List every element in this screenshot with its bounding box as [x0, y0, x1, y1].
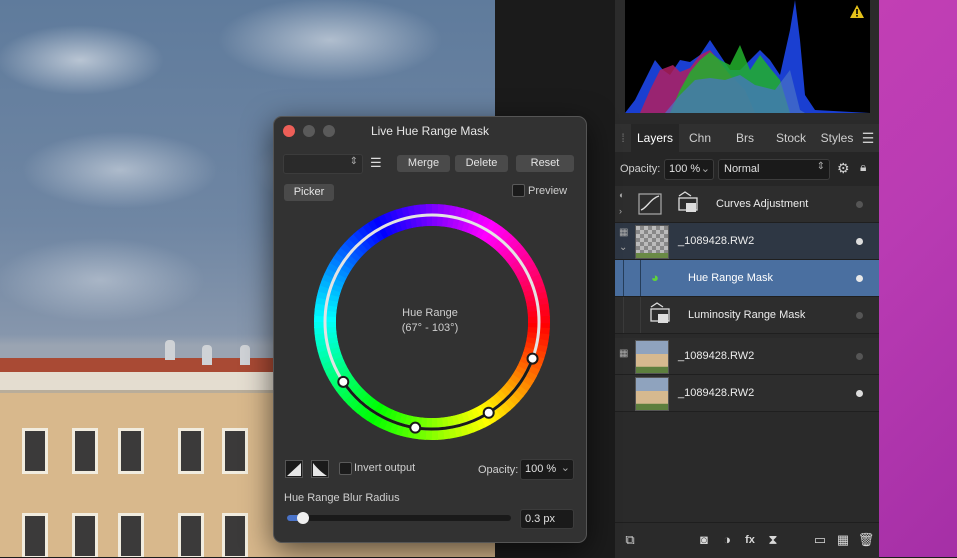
hue-range-handle[interactable] [409, 421, 422, 434]
adjustment-mask-icon [678, 191, 698, 212]
layer-thumbnail [635, 340, 669, 374]
layer-visibility-dot[interactable] [856, 390, 863, 397]
gear-icon[interactable]: ⚙ [837, 160, 850, 177]
adjustment-icon[interactable]: ◑ [718, 531, 736, 549]
luminosity-mask-icon [650, 302, 670, 323]
falloff-curve-icon[interactable] [311, 460, 329, 478]
blur-radius-label: Hue Range Blur Radius [284, 492, 400, 504]
dialog-title: Live Hue Range Mask [370, 124, 490, 138]
preview-label: Preview [528, 185, 568, 197]
layer-row-raw-3[interactable]: _1089428.RW2 [615, 375, 879, 412]
invert-output-checkbox[interactable] [339, 462, 352, 475]
panel-tab-bar: ⁞ Layers Chn Brs Stock Styles ☰ [615, 124, 879, 152]
mask-layer-icon[interactable]: ◙ [695, 531, 713, 549]
chevron-down-icon: ⌄ [560, 462, 570, 474]
opacity-field[interactable]: 100 % ⌄ [520, 459, 574, 480]
stepper-icon: ⇕ [349, 156, 358, 167]
layer-visibility-dot[interactable] [856, 238, 863, 245]
layers-opacity-value: 100 % [669, 163, 701, 175]
blend-mode-value: Normal [724, 163, 760, 175]
blend-mode-select[interactable]: Normal ⇕ [718, 159, 830, 180]
desktop-background [879, 0, 957, 557]
layer-name: _1089428.RW2 [678, 350, 755, 362]
layer-row-raw-2[interactable]: ▦ _1089428.RW2 [615, 338, 879, 375]
blur-radius-value: 0.3 px [525, 513, 555, 525]
visibility-toggle-icon[interactable]: ◐ [619, 190, 624, 200]
layers-bottom-toolbar: ⧉ ◙ ◑ fx ⧗ ▭ ▦ 🗑︎ [615, 522, 879, 558]
checker-icon: ▦ [619, 348, 629, 359]
chevron-down-icon: ⌄ [700, 163, 710, 175]
checker-icon: ▦ [619, 227, 629, 238]
layer-name: Hue Range Mask [688, 272, 773, 284]
wheel-title: Hue Range [402, 307, 458, 319]
layer-visibility-dot[interactable] [856, 312, 863, 319]
layer-stack-icon[interactable]: ⧉ [621, 531, 639, 549]
layers-opacity-field[interactable]: 100 % ⌄ [664, 159, 714, 180]
tab-channels[interactable]: Chn [679, 124, 721, 152]
layer-visibility-dot[interactable] [856, 353, 863, 360]
blur-radius-slider[interactable] [287, 512, 511, 524]
trash-icon[interactable]: 🗑︎ [857, 531, 875, 549]
warning-icon[interactable] [849, 4, 865, 20]
layer-visibility-dot[interactable] [856, 275, 863, 282]
merge-button[interactable]: Merge [397, 155, 450, 172]
blur-radius-field[interactable]: 0.3 px [520, 509, 574, 529]
layer-thumbnail [635, 225, 669, 259]
tab-brushes[interactable]: Brs [721, 124, 769, 152]
layer-thumbnail [635, 377, 669, 411]
folder-icon[interactable]: ▭ [811, 531, 829, 549]
layer-name: Curves Adjustment [716, 198, 809, 210]
panel-grip-icon[interactable]: ⁞ [615, 124, 631, 152]
fx-icon[interactable]: fx [741, 531, 759, 549]
tab-layers[interactable]: Layers [631, 124, 679, 152]
collapse-arrow-icon[interactable]: ⌄ [619, 242, 627, 253]
layer-row-curves[interactable]: ◐ › Curves Adjustment [615, 186, 879, 223]
layers-options-bar: Opacity: 100 % ⌄ Normal ⇕ ⚙ 🔒︎ [615, 152, 879, 186]
hue-range-handle[interactable] [482, 406, 495, 419]
layer-visibility-dot[interactable] [856, 201, 863, 208]
layer-row-luminosity-range-mask[interactable]: Luminosity Range Mask [615, 297, 879, 334]
lock-icon[interactable]: 🔒︎ [860, 160, 866, 175]
falloff-linear-icon[interactable] [285, 460, 303, 478]
preset-select[interactable]: ⇕ [283, 154, 363, 174]
layers-opacity-label: Opacity: [620, 163, 661, 175]
tab-stock[interactable]: Stock [769, 124, 813, 152]
live-filter-icon[interactable]: ⧗ [764, 531, 782, 549]
hue-range-handle[interactable] [337, 375, 350, 388]
layer-row-raw-parent[interactable]: ▦ ⌄ _1089428.RW2 [615, 223, 879, 260]
layer-name: _1089428.RW2 [678, 235, 755, 247]
histogram-chart [625, 0, 870, 113]
expand-arrow-icon[interactable]: › [619, 206, 622, 216]
hue-mask-icon: ◕ [651, 270, 659, 285]
menu-icon[interactable]: ☰ [370, 155, 382, 171]
opacity-label: Opacity: [478, 464, 519, 476]
tab-styles[interactable]: Styles [813, 124, 861, 152]
hue-range-handle[interactable] [526, 352, 539, 365]
layer-name: Luminosity Range Mask [688, 309, 806, 321]
dialog-titlebar[interactable]: Live Hue Range Mask [274, 117, 586, 145]
new-pixel-layer-icon[interactable]: ▦ [834, 531, 852, 549]
curves-icon [638, 193, 662, 215]
opacity-value: 100 % [525, 463, 557, 475]
panel-menu-icon[interactable]: ☰ [859, 124, 877, 152]
delete-button[interactable]: Delete [455, 155, 508, 172]
invert-output-label: Invert output [354, 462, 416, 474]
stepper-icon: ⇕ [816, 161, 825, 172]
layer-row-hue-range-mask[interactable]: ◕ Hue Range Mask [615, 260, 879, 297]
hue-range-mask-dialog: Live Hue Range Mask ⇕ ☰ Merge Delete Res… [273, 116, 587, 543]
wheel-range: (67° - 103°) [401, 322, 459, 334]
blur-radius-handle[interactable] [296, 512, 309, 524]
layer-name: _1089428.RW2 [678, 387, 755, 399]
reset-button[interactable]: Reset [516, 155, 574, 172]
preview-checkbox[interactable] [512, 184, 525, 197]
